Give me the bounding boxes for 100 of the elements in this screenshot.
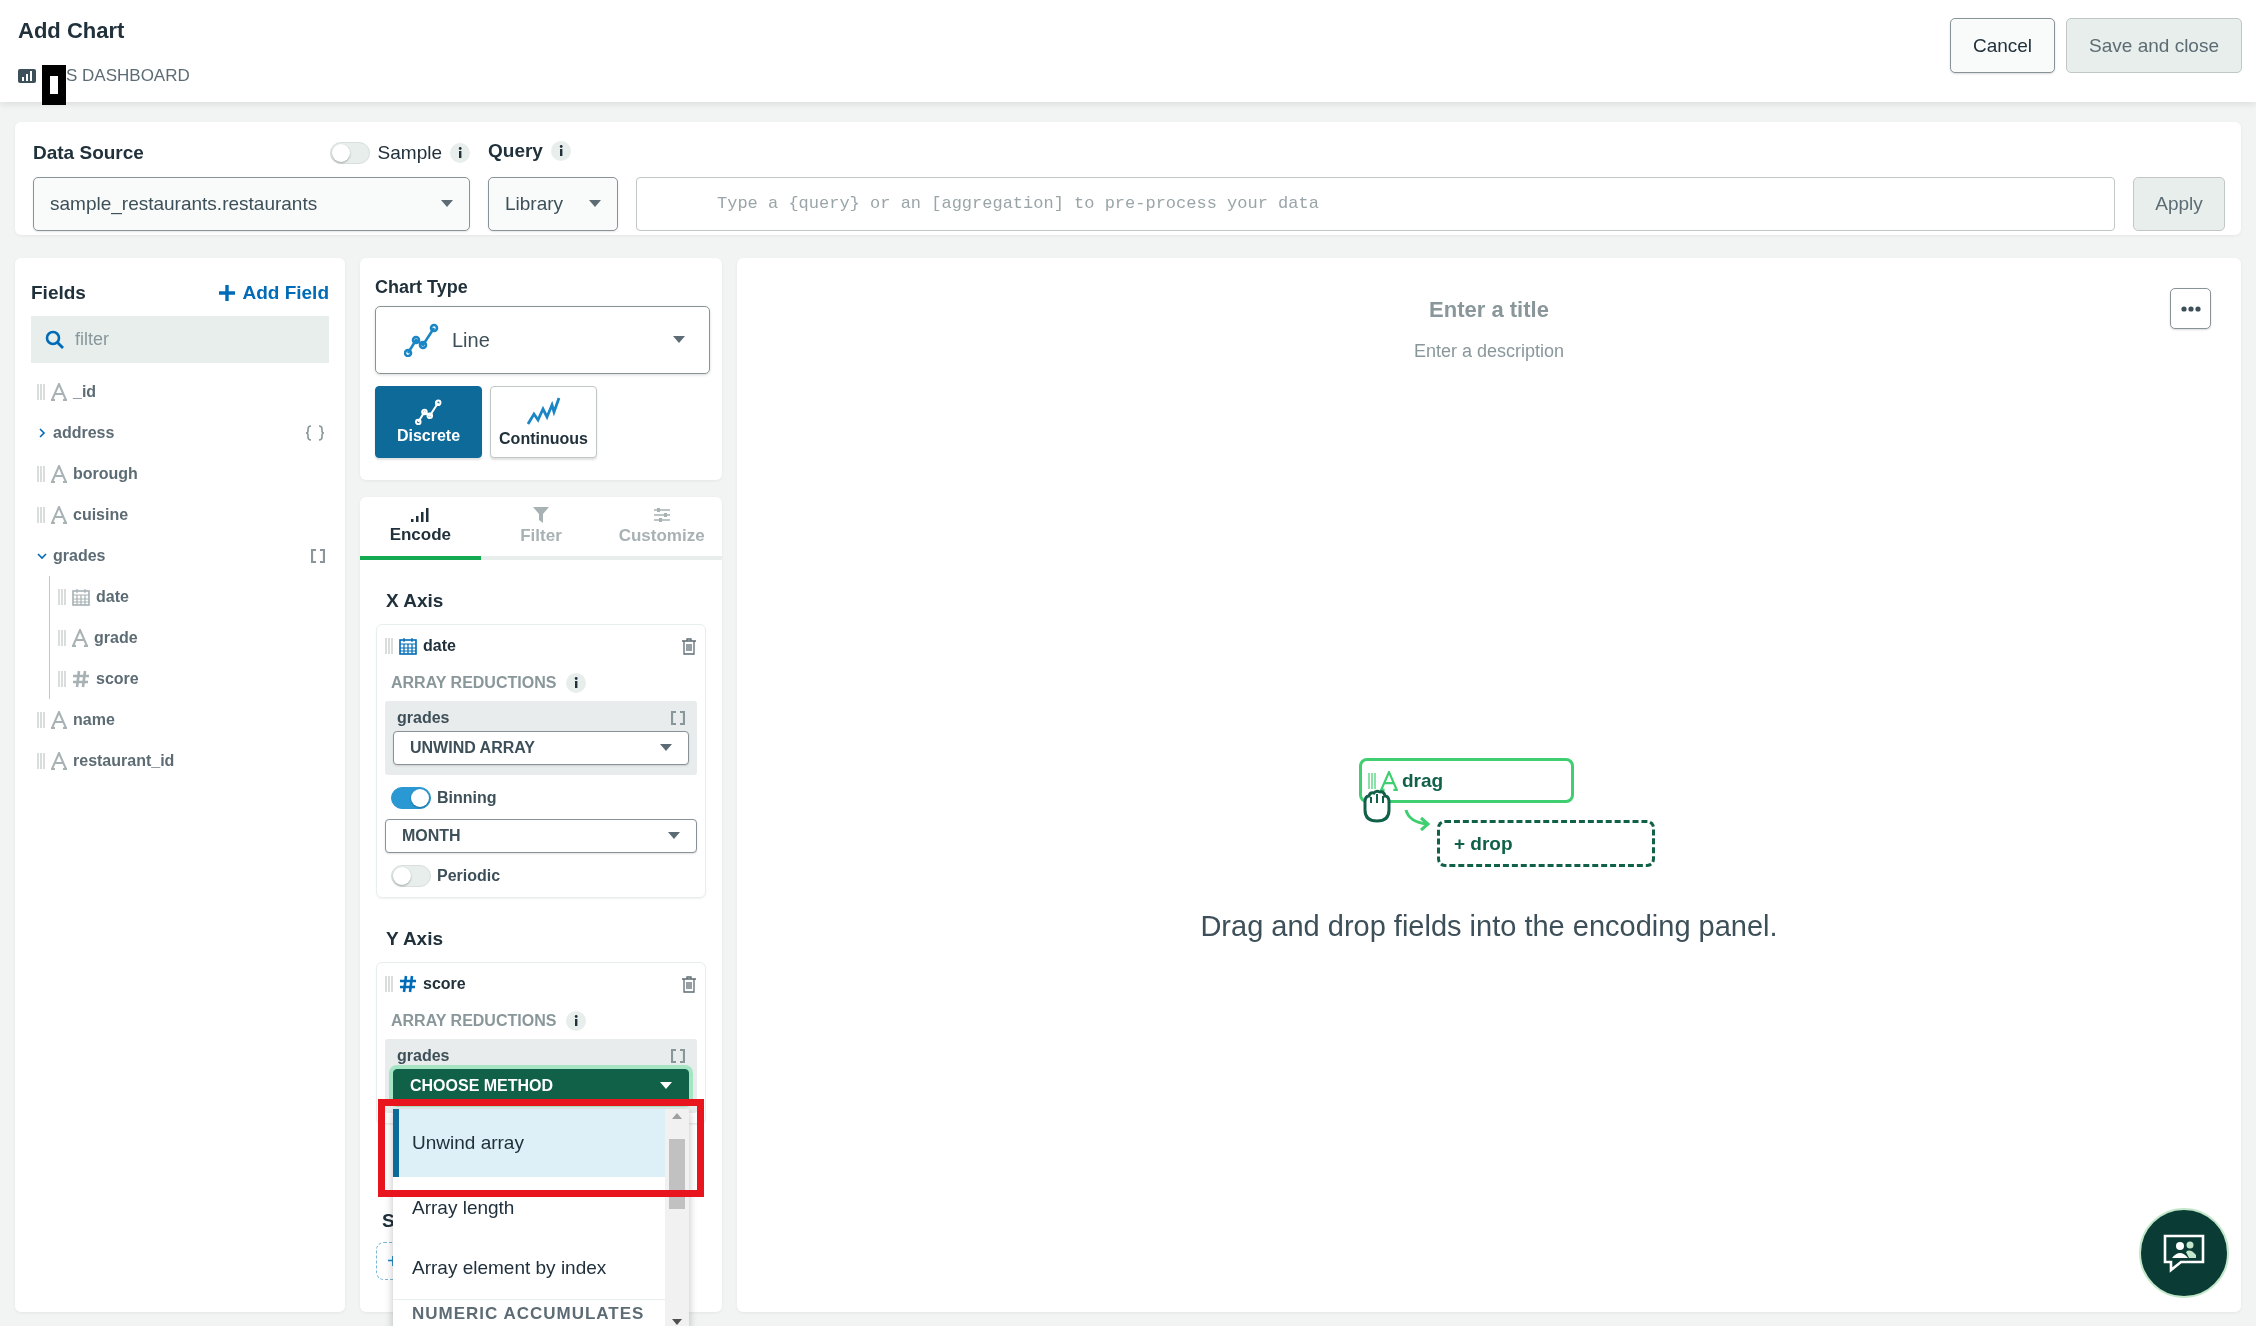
section-label: ARRAY REDUCTIONS (391, 674, 557, 692)
query-mode-dropdown[interactable]: Library (488, 176, 618, 231)
scroll-down-icon[interactable] (672, 1319, 682, 1325)
drag-handle-icon[interactable] (37, 710, 45, 729)
field-name: borough (73, 464, 139, 483)
letter-icon (51, 505, 67, 524)
toggle-label: Sample (377, 142, 442, 165)
field-name: restaurant_id (73, 751, 176, 770)
field-item[interactable]: grades (31, 535, 329, 576)
data-source-dropdown[interactable]: sample_restaurants.restaurants (33, 176, 470, 231)
drag-handle-icon[interactable] (58, 628, 66, 647)
line-chart-icon (414, 399, 443, 425)
section-title: Query (488, 140, 543, 162)
chart-variant-button[interactable]: Continuous (490, 386, 597, 458)
chevron-icon[interactable] (37, 427, 47, 438)
brackets-icon (311, 548, 325, 563)
drag-handle-icon[interactable] (385, 637, 393, 655)
calendar-icon (72, 587, 90, 606)
apply-button[interactable]: Apply (2133, 176, 2225, 231)
field-item[interactable]: _id (31, 371, 329, 412)
array-name: grades (397, 709, 450, 727)
panel-title: Chart Type (375, 275, 469, 299)
field-name: grade (94, 628, 139, 647)
brackets-icon (671, 711, 685, 725)
caret-icon (668, 832, 680, 840)
drag-handle-icon[interactable] (1368, 771, 1376, 790)
drag-handle-icon[interactable] (37, 751, 45, 770)
hash-icon (72, 669, 90, 688)
field-name: address (53, 423, 116, 442)
tab[interactable]: Encode (360, 497, 481, 560)
drag-handle-icon[interactable] (58, 669, 66, 688)
trash-icon[interactable] (681, 975, 697, 993)
curved-arrow (1403, 808, 1433, 832)
letter-icon (51, 464, 67, 483)
chart-type-dropdown[interactable]: Line (375, 306, 710, 374)
pill-label: drag (1402, 769, 1444, 792)
scroll-thumb[interactable] (669, 1139, 685, 1209)
menu-option[interactable]: Array length (393, 1177, 665, 1238)
section-title: Y Axis (386, 928, 445, 950)
funnel-icon (533, 507, 549, 523)
field-name: score (96, 669, 140, 688)
filter-field[interactable]: filter (31, 316, 329, 363)
method-dropdown[interactable]: UNWIND ARRAY (393, 731, 689, 765)
add-field-link[interactable]: Add Field (219, 282, 329, 304)
toggle-label: Binning (437, 789, 497, 807)
letter-icon (51, 382, 67, 401)
query-field[interactable]: Type a {query} or an [aggregation] to pre-process your data (636, 176, 2115, 231)
calendar-icon (399, 637, 417, 655)
chart-description-field[interactable]: Enter a description (1289, 340, 1689, 363)
drop-target: + drop (1437, 820, 1655, 867)
drag-handle-icon[interactable] (37, 505, 45, 524)
field-item[interactable]: name (31, 699, 329, 740)
caret-icon (589, 199, 601, 208)
drag-handle-icon[interactable] (37, 382, 45, 401)
trash-icon[interactable] (681, 637, 697, 655)
field-name: _id (73, 382, 98, 401)
braces-icon (305, 424, 325, 441)
field-item[interactable]: restaurant_id (31, 740, 329, 781)
drag-handle-icon[interactable] (37, 464, 45, 483)
drag-handle-icon[interactable] (385, 975, 393, 993)
breadcrumb[interactable]: S DASHBOARD (66, 66, 190, 86)
chart-title-field[interactable]: Enter a title (1289, 296, 1689, 324)
field-item[interactable]: address (31, 412, 329, 453)
field-name: cuisine (73, 505, 130, 524)
more-button[interactable] (2170, 288, 2211, 329)
info-icon[interactable] (566, 1011, 587, 1031)
info-icon[interactable] (450, 143, 470, 164)
chevron-icon[interactable] (37, 550, 47, 561)
field-item[interactable]: date (50, 576, 329, 617)
field-item[interactable]: score (50, 658, 329, 699)
bars-icon (410, 508, 431, 522)
field-item[interactable]: grade (50, 617, 329, 658)
sliders-icon (652, 507, 671, 523)
line-chart-icon (404, 323, 440, 357)
chat-icon (2161, 1233, 2207, 1273)
scrollbar[interactable] (665, 1109, 689, 1326)
page-title: Add Chart (18, 18, 126, 44)
drag-handle-icon[interactable] (58, 587, 66, 606)
section-title: X Axis (386, 590, 445, 612)
cancel-button[interactable]: Cancel (1949, 18, 2056, 73)
field-item[interactable]: borough (31, 453, 329, 494)
field-item[interactable]: cuisine (31, 494, 329, 535)
info-icon[interactable] (566, 673, 587, 693)
field-name: score (423, 975, 467, 993)
binning-dropdown[interactable]: MONTH (385, 819, 697, 853)
section-title: S (382, 1210, 396, 1232)
more-icon (2180, 305, 2201, 312)
field-name: name (73, 710, 116, 729)
caret-icon (660, 744, 672, 752)
chart-variant-button[interactable]: Discrete (375, 386, 482, 458)
search-icon (45, 330, 65, 350)
brackets-icon (671, 1049, 685, 1063)
letter-icon (72, 628, 88, 647)
toggle-label: Periodic (437, 867, 501, 885)
toggle-switch[interactable] (391, 787, 431, 809)
hash-icon (399, 975, 417, 993)
info-icon[interactable] (550, 141, 571, 161)
array-name: grades (397, 1047, 450, 1065)
menu-option[interactable]: Unwind array (393, 1109, 665, 1178)
field-name: grades (53, 546, 107, 565)
